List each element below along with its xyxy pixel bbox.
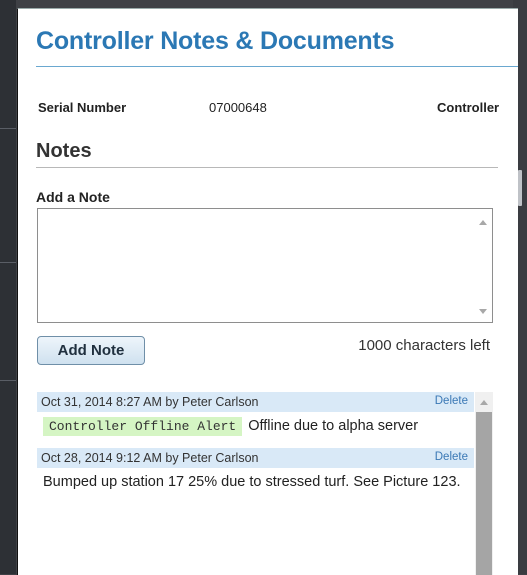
scroll-up-icon[interactable] <box>480 400 488 405</box>
notes-divider <box>36 167 498 168</box>
background-divider <box>0 262 16 263</box>
scroll-down-icon[interactable] <box>479 309 487 314</box>
note-header: Oct 28, 2014 9:12 AM by Peter Carlson De… <box>37 448 474 468</box>
note-meta: Oct 28, 2014 9:12 AM by Peter Carlson <box>41 451 259 465</box>
background-divider <box>0 380 16 381</box>
add-note-label: Add a Note <box>36 189 110 205</box>
controller-label: Controller <box>437 100 500 115</box>
note-body: Bumped up station 17 25% due to stressed… <box>37 468 474 492</box>
notes-list-scrollbar[interactable] <box>475 392 493 575</box>
note-textarea-scrollbar[interactable] <box>474 209 492 322</box>
notes-heading: Notes <box>36 140 92 162</box>
delete-note-link[interactable]: Delete <box>435 395 468 407</box>
controller-offline-alert-tag: Controller Offline Alert <box>43 417 243 436</box>
add-note-button[interactable]: Add Note <box>37 336 145 365</box>
note-body: Controller Offline Alert Offline due to a… <box>37 412 474 436</box>
note-text: Offline due to alpha server <box>248 418 419 434</box>
background-page-left <box>0 0 16 574</box>
scroll-up-icon[interactable] <box>479 220 487 225</box>
background-divider <box>0 128 16 129</box>
note-textarea[interactable] <box>38 209 474 322</box>
dialog-title: Controller Notes & Documents <box>36 27 395 55</box>
controller-notes-dialog: Controller Notes & Documents Serial Numb… <box>17 8 518 575</box>
scrollbar-thumb[interactable] <box>476 412 492 575</box>
title-divider <box>36 66 518 67</box>
delete-note-link[interactable]: Delete <box>435 451 468 463</box>
serial-number-label: Serial Number <box>38 100 127 115</box>
note-input-box <box>37 208 493 323</box>
note-meta: Oct 31, 2014 8:27 AM by Peter Carlson <box>41 395 259 409</box>
characters-left-counter: 1000 characters left <box>358 337 490 354</box>
notes-list: Oct 31, 2014 8:27 AM by Peter Carlson De… <box>37 392 474 575</box>
note-text: Bumped up station 17 25% due to stressed… <box>43 474 461 490</box>
note-item: Oct 31, 2014 8:27 AM by Peter Carlson De… <box>37 392 474 436</box>
note-item: Oct 28, 2014 9:12 AM by Peter Carlson De… <box>37 448 474 492</box>
note-header: Oct 31, 2014 8:27 AM by Peter Carlson De… <box>37 392 474 412</box>
serial-number-value: 07000648 <box>209 100 267 115</box>
